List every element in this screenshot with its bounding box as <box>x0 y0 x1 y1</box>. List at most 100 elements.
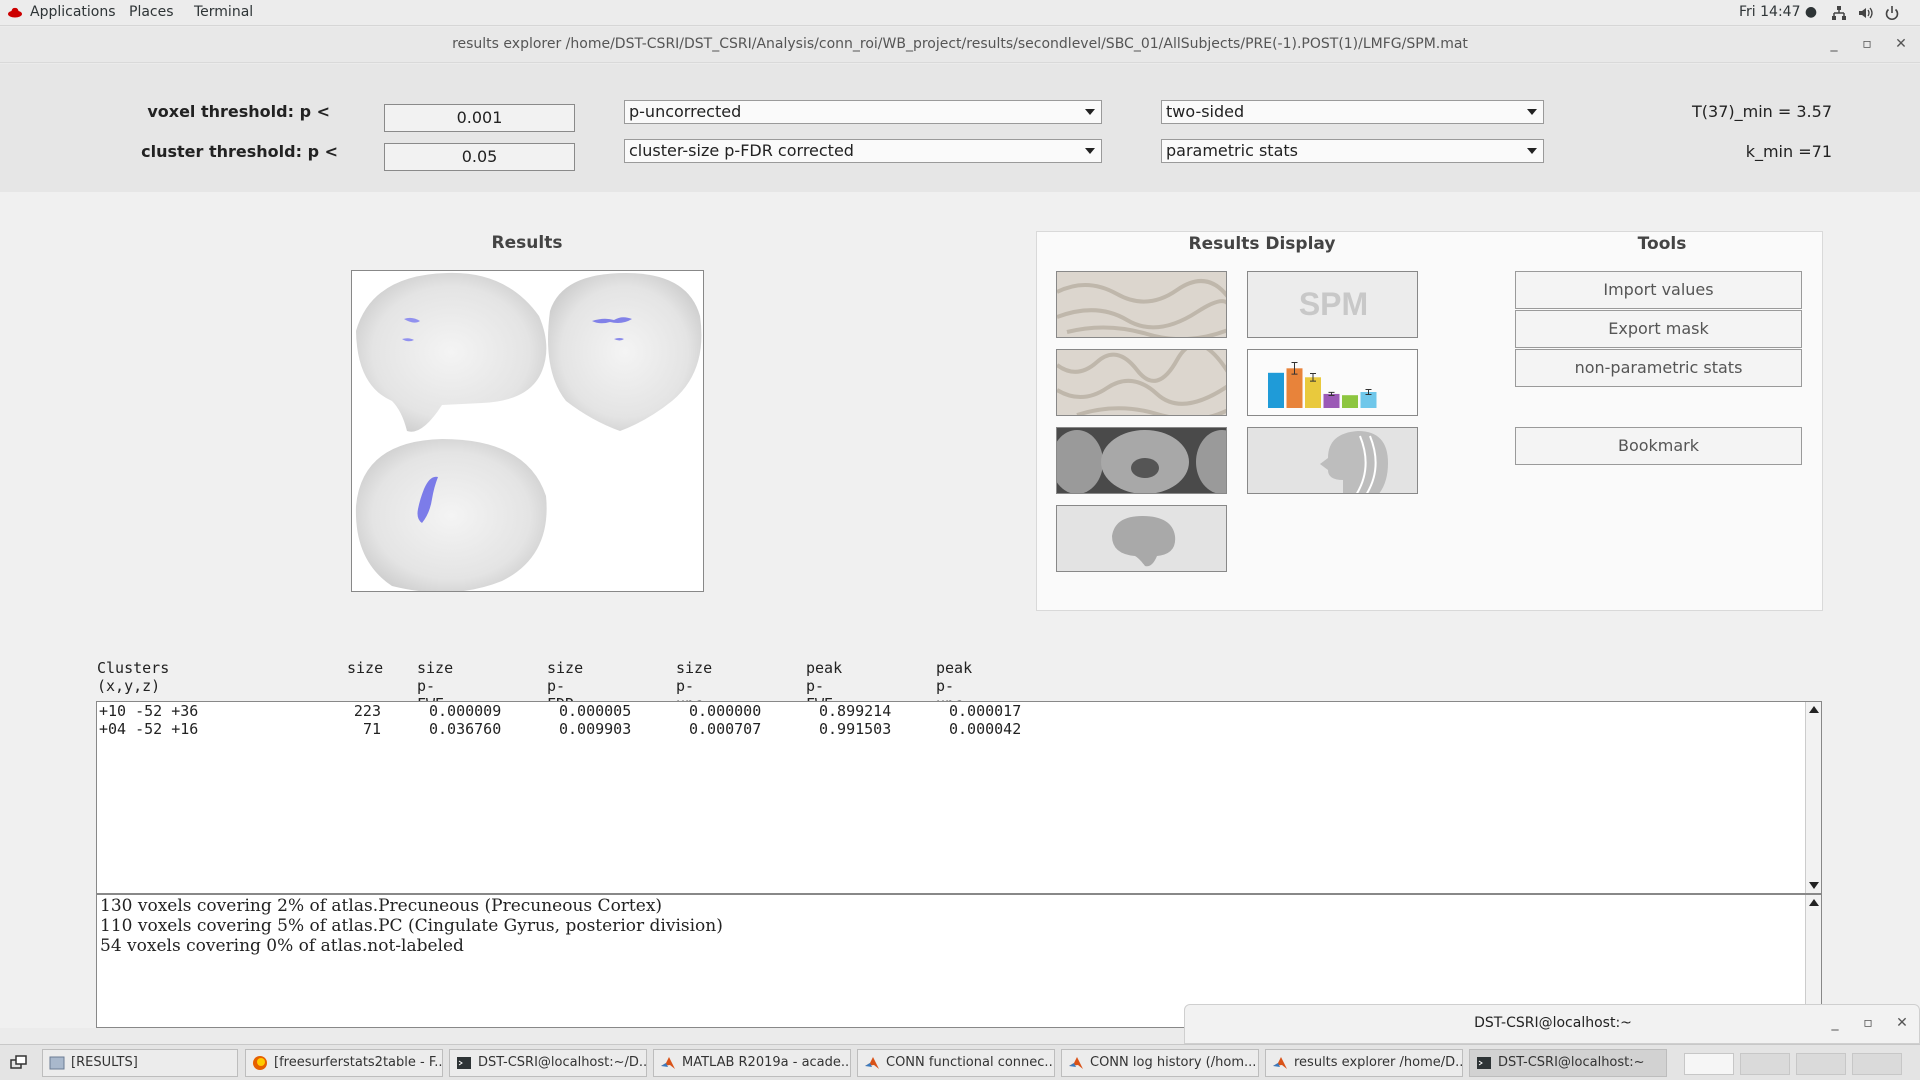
cluster-correction-select[interactable]: cluster-size p-FDR corrected <box>624 139 1102 163</box>
threshold-controls: voxel threshold: p < 0.001 p-uncorrected… <box>0 64 1920 192</box>
top-panel: Applications Places Terminal Fri 14:47 ● <box>0 0 1920 26</box>
task-label: DST-CSRI@localhost:~/D... <box>478 1055 647 1070</box>
volume-display-thumb[interactable] <box>1247 427 1418 494</box>
brain-silhouette-icon <box>1057 506 1226 571</box>
spm-display-thumb[interactable]: SPM <box>1247 271 1418 338</box>
terminal-icon <box>1477 1057 1491 1069</box>
non-parametric-stats-button[interactable]: non-parametric stats <box>1515 349 1802 387</box>
surface-flat-thumb[interactable] <box>1056 349 1227 416</box>
clock[interactable]: Fri 14:47 ● <box>1739 4 1817 20</box>
task-label: results explorer /home/D... <box>1294 1055 1463 1070</box>
terminal-window-titlebar[interactable]: DST-CSRI@localhost:~ _ ▫ ✕ <box>1184 1004 1920 1044</box>
size-pfwe: 0.000009 <box>429 702 502 720</box>
window-title: results explorer /home/DST-CSRI/DST_CSRI… <box>452 36 1468 52</box>
scroll-down-icon[interactable] <box>1809 882 1819 889</box>
cluster-threshold-label: cluster threshold: p < <box>141 142 338 161</box>
workspace-1[interactable] <box>1684 1053 1734 1075</box>
col-header: Clusters (x,y,z) <box>97 659 170 695</box>
chevron-down-icon <box>1527 148 1537 154</box>
cluster-threshold-input[interactable]: 0.05 <box>384 143 575 171</box>
peak-pfwe: 0.899214 <box>819 702 892 720</box>
size-pfdr: 0.009903 <box>559 720 632 738</box>
brain-slices-icon <box>1057 428 1226 493</box>
task-label: DST-CSRI@localhost:~ <box>1498 1055 1645 1070</box>
cluster-coords: +10 -52 +36 <box>99 702 199 720</box>
places-menu[interactable]: Places <box>129 4 174 20</box>
cluster-size: 71 <box>362 720 381 738</box>
bar-5 <box>1342 395 1358 408</box>
terminal-title: DST-CSRI@localhost:~ <box>1474 1015 1632 1031</box>
task-terminal-2[interactable]: DST-CSRI@localhost:~ <box>1469 1049 1667 1077</box>
list-item: 130 voxels covering 2% of atlas.Precuneo… <box>100 896 663 916</box>
voxel-threshold-input[interactable]: 0.001 <box>384 104 575 132</box>
show-desktop-icon[interactable] <box>10 1055 28 1071</box>
maximize-icon[interactable]: ▫ <box>1859 36 1875 52</box>
chevron-down-icon <box>1085 109 1095 115</box>
bar-1 <box>1268 372 1284 408</box>
matlab-icon <box>1273 1057 1287 1069</box>
task-matlab[interactable]: MATLAB R2019a - acade... <box>653 1049 851 1077</box>
matlab-icon <box>1069 1057 1083 1069</box>
results-display-heading: Results Display <box>1188 234 1336 254</box>
network-icon[interactable] <box>1831 5 1847 21</box>
minimize-icon[interactable]: _ <box>1826 36 1842 52</box>
slice-display-thumb[interactable] <box>1056 427 1227 494</box>
maximize-icon[interactable]: ▫ <box>1860 1015 1876 1031</box>
close-icon[interactable]: ✕ <box>1894 1015 1910 1031</box>
task-terminal-1[interactable]: DST-CSRI@localhost:~/D... <box>449 1049 647 1077</box>
power-icon[interactable] <box>1884 5 1900 21</box>
export-mask-button[interactable]: Export mask <box>1515 310 1802 348</box>
cortical-folds-icon <box>1057 350 1226 415</box>
glass-brain-views <box>355 272 702 591</box>
size-pfwe: 0.036760 <box>429 720 502 738</box>
list-item: 54 voxels covering 0% of atlas.not-label… <box>100 936 464 956</box>
spm-label: SPM <box>1298 286 1369 322</box>
glass-display-thumb[interactable] <box>1056 505 1227 572</box>
firefox-icon <box>253 1056 267 1070</box>
workspace-2[interactable] <box>1740 1053 1790 1075</box>
redhat-icon <box>8 7 22 18</box>
glass-brain-image[interactable] <box>351 270 704 592</box>
minimize-icon[interactable]: _ <box>1827 1015 1843 1031</box>
peak-pfwe: 0.991503 <box>819 720 892 738</box>
error-bar-4 <box>1328 391 1335 397</box>
table-row[interactable]: +10 -52 +36 223 0.000009 0.000005 0.0000… <box>99 702 1299 720</box>
window-titlebar[interactable]: results explorer /home/DST-CSRI/DST_CSRI… <box>0 27 1920 63</box>
task-results[interactable]: [RESULTS] <box>42 1049 238 1077</box>
voxel-correction-select[interactable]: p-uncorrected <box>624 100 1102 124</box>
voxel-sides-value: two-sided <box>1166 102 1245 121</box>
volume-icon[interactable] <box>1857 5 1873 21</box>
workspace-4[interactable] <box>1852 1053 1902 1075</box>
surface-display-thumb[interactable] <box>1056 271 1227 338</box>
scroll-up-icon[interactable] <box>1809 899 1819 906</box>
cluster-stats-select[interactable]: parametric stats <box>1161 139 1544 163</box>
close-icon[interactable]: ✕ <box>1893 36 1909 52</box>
matlab-icon <box>865 1057 879 1069</box>
task-conn[interactable]: CONN functional connec... <box>857 1049 1055 1077</box>
bookmark-button[interactable]: Bookmark <box>1515 427 1802 465</box>
chevron-down-icon <box>1527 109 1537 115</box>
taskbar: [RESULTS] [freesurferstats2table - F... … <box>0 1044 1920 1080</box>
task-firefox[interactable]: [freesurferstats2table - F... <box>245 1049 443 1077</box>
terminal-menu[interactable]: Terminal <box>194 4 253 20</box>
task-results-explorer[interactable]: results explorer /home/D... <box>1265 1049 1463 1077</box>
peak-punc: 0.000042 <box>949 720 1022 738</box>
table-row[interactable]: +04 -52 +16 71 0.036760 0.009903 0.00070… <box>99 720 1299 738</box>
clusters-table[interactable]: +10 -52 +36 223 0.000009 0.000005 0.0000… <box>96 701 1822 894</box>
voxel-sides-select[interactable]: two-sided <box>1161 100 1544 124</box>
table-scrollbar[interactable] <box>1805 702 1821 893</box>
applications-menu[interactable]: Applications <box>30 4 116 20</box>
size-punc: 0.000000 <box>689 702 762 720</box>
t-min-stat: T(37)_min = 3.57 <box>1692 102 1832 121</box>
task-conn-log[interactable]: CONN log history (/hom... <box>1061 1049 1259 1077</box>
cluster-stats-value: parametric stats <box>1166 141 1298 160</box>
bar-4 <box>1323 393 1340 408</box>
import-values-button[interactable]: Import values <box>1515 271 1802 309</box>
scroll-up-icon[interactable] <box>1809 706 1819 713</box>
results-display-panel: Results Display Tools SPM Import values … <box>1036 231 1823 611</box>
effect-size-plot-thumb[interactable] <box>1247 349 1418 416</box>
task-label: CONN functional connec... <box>886 1055 1055 1070</box>
workspace-3[interactable] <box>1796 1053 1846 1075</box>
task-label: MATLAB R2019a - acade... <box>682 1055 851 1070</box>
cortical-surface-icon <box>1057 272 1226 337</box>
